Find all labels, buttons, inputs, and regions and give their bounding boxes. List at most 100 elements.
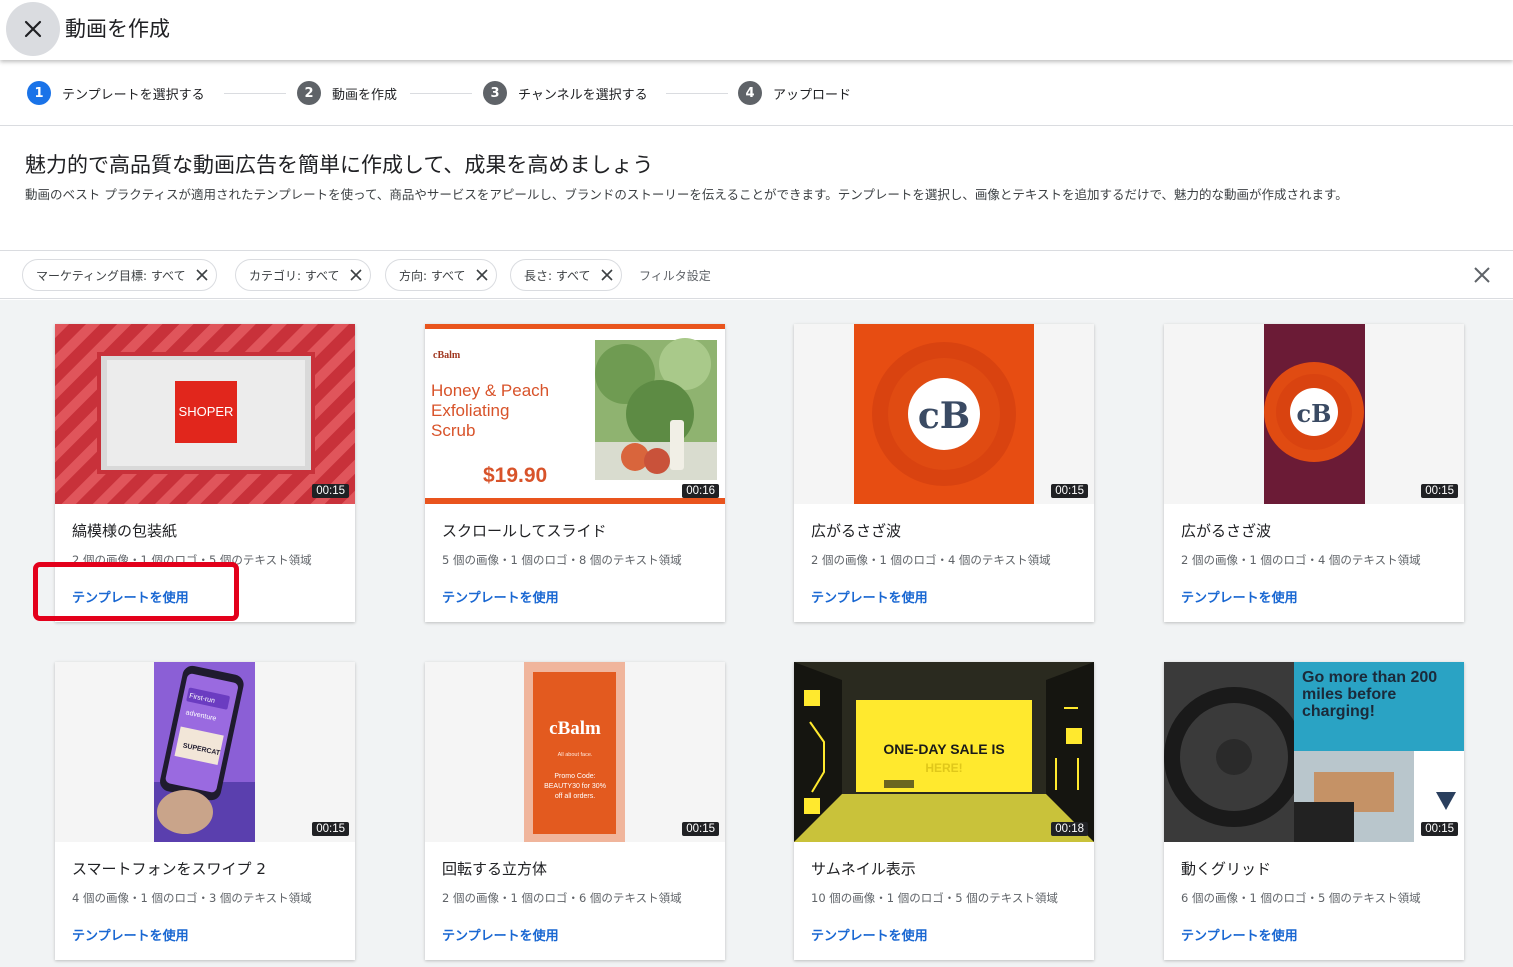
- svg-text:Scrub: Scrub: [431, 421, 475, 440]
- step-number: 2: [297, 81, 321, 105]
- step-select-template[interactable]: 1 テンプレートを選択する: [27, 81, 205, 105]
- duration-badge: 00:15: [1051, 484, 1088, 498]
- step-create-video[interactable]: 2 動画を作成: [297, 81, 397, 105]
- use-template-button[interactable]: テンプレートを使用: [1181, 587, 1298, 606]
- duration-badge: 00:15: [682, 822, 719, 836]
- thumb-tagline: All about face.: [558, 752, 593, 758]
- template-card[interactable]: cBalm All about face. Promo Code: BEAUTY…: [425, 662, 725, 960]
- svg-text:off all orders.: off all orders.: [555, 793, 595, 800]
- svg-text:Honey & Peach: Honey & Peach: [431, 381, 549, 400]
- svg-text:Promo Code:: Promo Code:: [554, 773, 595, 780]
- use-template-button[interactable]: テンプレートを使用: [72, 925, 189, 944]
- chip-label: 方向: すべて: [399, 268, 466, 283]
- intro-title: 魅力的で高品質な動画広告を簡単に作成して、成果を高めましょう: [25, 153, 654, 177]
- stepper: 1 テンプレートを選択する 2 動画を作成 3 チャンネルを選択する 4 アップ…: [0, 66, 1513, 126]
- template-thumbnail[interactable]: First-run adventure SUPERCAT 00:15: [55, 662, 355, 842]
- template-thumbnail[interactable]: Go more than 200 miles before charging! …: [1164, 662, 1464, 842]
- duration-badge: 00:18: [1051, 822, 1088, 836]
- template-card[interactable]: Go more than 200 miles before charging! …: [1164, 662, 1464, 960]
- template-card[interactable]: cB 00:15 広がるさざ波 2 個の画像・1 個のロゴ・4 個のテキスト領域…: [794, 324, 1094, 622]
- remove-filter-icon[interactable]: [600, 269, 613, 281]
- card-meta: 6 個の画像・1 個のロゴ・5 個のテキスト領域: [1181, 891, 1421, 905]
- card-meta: 5 個の画像・1 個のロゴ・8 個のテキスト領域: [442, 553, 682, 567]
- svg-text:miles before: miles before: [1302, 686, 1396, 703]
- filter-bar: マーケティング目標: すべて カテゴリ: すべて 方向: すべて 長さ: すべて…: [0, 252, 1513, 299]
- chip-label: 長さ: すべて: [524, 268, 591, 283]
- step-upload[interactable]: 4 アップロード: [738, 81, 851, 105]
- svg-text:Go more than 200: Go more than 200: [1302, 669, 1437, 686]
- template-thumbnail[interactable]: SHOPER 00:15: [55, 324, 355, 504]
- thumb-brand: cBalm: [433, 350, 461, 361]
- chip-label: マーケティング目標: すべて: [36, 268, 186, 283]
- thumb-logo: cB: [918, 395, 970, 437]
- use-template-button[interactable]: テンプレートを使用: [442, 925, 559, 944]
- thumb-logo: cB: [1297, 399, 1332, 428]
- duration-badge: 00:15: [312, 484, 349, 498]
- filter-chip-orientation[interactable]: 方向: すべて: [385, 259, 497, 291]
- step-label: テンプレートを選択する: [62, 87, 205, 103]
- page-title: 動画を作成: [65, 17, 170, 41]
- svg-text:Exfoliating: Exfoliating: [431, 401, 509, 420]
- template-card[interactable]: cBalm Honey & Peach Exfoliating Scrub $1…: [425, 324, 725, 622]
- step-select-channel[interactable]: 3 チャンネルを選択する: [483, 81, 648, 105]
- step-label: アップロード: [773, 87, 852, 103]
- use-template-button[interactable]: テンプレートを使用: [1181, 925, 1298, 944]
- step-number: 1: [27, 81, 51, 105]
- use-template-button[interactable]: テンプレートを使用: [811, 587, 928, 606]
- intro-section: 魅力的で高品質な動画広告を簡単に作成して、成果を高めましょう 動画のベスト プラ…: [0, 127, 1513, 251]
- template-card[interactable]: ONE-DAY SALE IS HERE! 00:18 サムネイル表示 10 個…: [794, 662, 1094, 960]
- card-title: スマートフォンをスワイプ 2: [72, 860, 266, 878]
- filter-chip-marketing-goal[interactable]: マーケティング目標: すべて: [22, 259, 217, 291]
- thumb-sub: HERE!: [925, 761, 962, 775]
- use-template-button[interactable]: テンプレートを使用: [811, 925, 928, 944]
- card-meta: 2 個の画像・1 個のロゴ・6 個のテキスト領域: [442, 891, 682, 905]
- intro-description: 動画のベスト プラクティスが適用されたテンプレートを使って、商品やサービスをアピ…: [25, 187, 1348, 202]
- card-title: スクロールしてスライド: [442, 522, 607, 540]
- template-thumbnail[interactable]: cBalm All about face. Promo Code: BEAUTY…: [425, 662, 725, 842]
- card-title: 回転する立方体: [442, 860, 548, 878]
- duration-badge: 00:15: [1421, 484, 1458, 498]
- highlight-annotation: [33, 562, 239, 621]
- filter-settings-link[interactable]: フィルタ設定: [639, 267, 711, 284]
- chip-label: カテゴリ: すべて: [249, 268, 340, 283]
- remove-filter-icon[interactable]: [349, 269, 362, 281]
- close-button[interactable]: [6, 2, 60, 56]
- step-number: 3: [483, 81, 507, 105]
- remove-filter-icon[interactable]: [475, 269, 488, 281]
- template-thumbnail[interactable]: cB 00:15: [794, 324, 1094, 504]
- template-thumbnail[interactable]: cB 00:15: [1164, 324, 1464, 504]
- filter-chip-length[interactable]: 長さ: すべて: [510, 259, 622, 291]
- step-number: 4: [738, 81, 762, 105]
- step-connector: [224, 93, 286, 94]
- card-title: 広がるさざ波: [811, 522, 902, 540]
- template-thumbnail[interactable]: ONE-DAY SALE IS HERE! 00:18: [794, 662, 1094, 842]
- template-card[interactable]: First-run adventure SUPERCAT 00:15 スマートフ…: [55, 662, 355, 960]
- card-title: 動くグリッド: [1181, 860, 1272, 878]
- duration-badge: 00:16: [682, 484, 719, 498]
- thumb-brand: cBalm: [549, 718, 601, 739]
- remove-filter-icon[interactable]: [196, 269, 208, 281]
- card-meta: 2 個の画像・1 個のロゴ・4 個のテキスト領域: [1181, 553, 1421, 567]
- card-title: 広がるさざ波: [1181, 522, 1272, 540]
- card-meta: 10 個の画像・1 個のロゴ・5 個のテキスト領域: [811, 891, 1058, 905]
- card-title: サムネイル表示: [811, 860, 916, 878]
- thumb-text: SHOPER: [179, 404, 234, 419]
- use-template-button[interactable]: テンプレートを使用: [442, 587, 559, 606]
- step-connector: [666, 93, 728, 94]
- duration-badge: 00:15: [1421, 822, 1458, 836]
- step-label: チャンネルを選択する: [518, 87, 648, 103]
- card-title: 縞模様の包装紙: [72, 522, 178, 540]
- template-card[interactable]: cB 00:15 広がるさざ波 2 個の画像・1 個のロゴ・4 個のテキスト領域…: [1164, 324, 1464, 622]
- close-icon[interactable]: [1472, 265, 1492, 285]
- thumb-text: ONE-DAY SALE IS: [883, 741, 1004, 757]
- template-thumbnail[interactable]: cBalm Honey & Peach Exfoliating Scrub $1…: [425, 324, 725, 504]
- step-connector: [410, 93, 472, 94]
- app-header: 動画を作成: [0, 0, 1513, 60]
- duration-badge: 00:15: [312, 822, 349, 836]
- filter-chip-category[interactable]: カテゴリ: すべて: [235, 259, 371, 291]
- step-label: 動画を作成: [332, 87, 398, 103]
- card-meta: 2 個の画像・1 個のロゴ・4 個のテキスト領域: [811, 553, 1051, 567]
- thumb-price: $19.90: [483, 464, 547, 487]
- svg-text:charging!: charging!: [1302, 703, 1375, 720]
- svg-text:BEAUTY30 for 30%: BEAUTY30 for 30%: [544, 783, 606, 790]
